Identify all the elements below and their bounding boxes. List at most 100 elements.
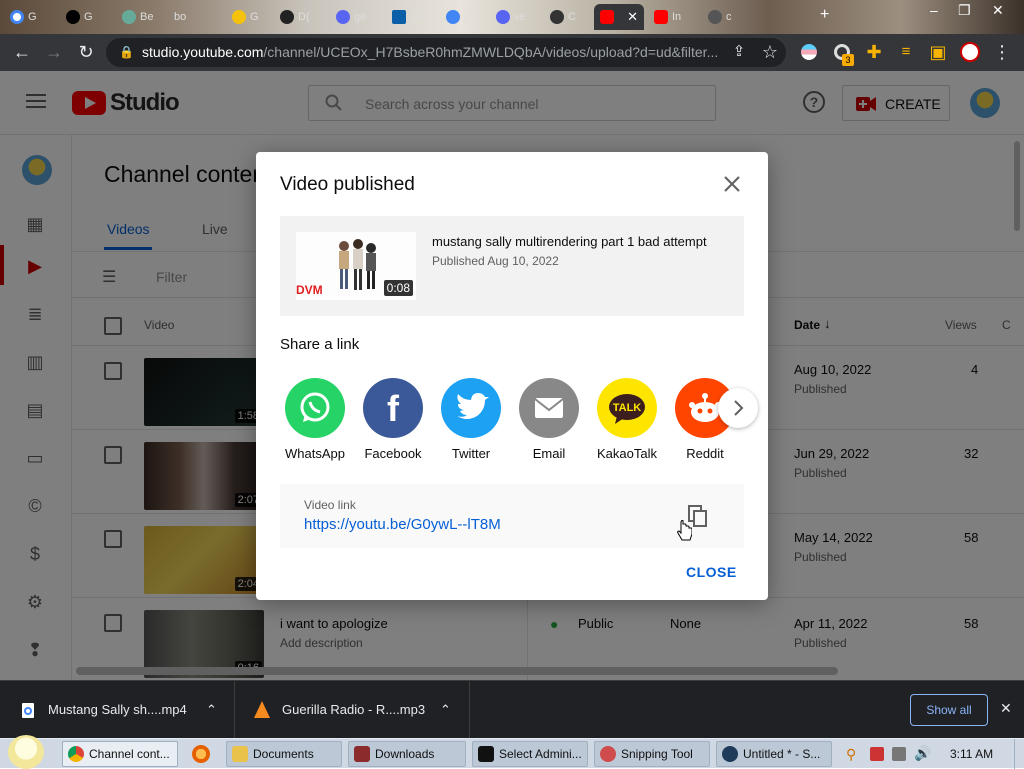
- show-all-downloads-button[interactable]: Show all: [910, 694, 988, 726]
- discord-icon: [496, 10, 510, 24]
- network-icon[interactable]: [892, 747, 906, 761]
- browser-tab[interactable]: Gi: [386, 4, 436, 30]
- twitter-icon: [441, 378, 501, 438]
- taskbar-item-chrome[interactable]: Channel cont...: [62, 741, 178, 767]
- share-whatsapp-button[interactable]: WhatsApp: [279, 378, 351, 461]
- browser-tab-active[interactable]: ✕: [594, 4, 644, 30]
- youtube-icon: [654, 10, 668, 24]
- site-icon: [708, 10, 722, 24]
- whatsapp-icon: [285, 378, 345, 438]
- close-button[interactable]: CLOSE: [686, 564, 737, 580]
- start-button[interactable]: [8, 735, 44, 769]
- browser-toolbar: ← → ↻ 🔒 studio.youtube.com/channel/UCEOx…: [0, 34, 1024, 71]
- restore-window-icon[interactable]: ❐: [958, 2, 971, 19]
- close-dialog-icon[interactable]: [720, 172, 744, 196]
- share-kakaotalk-button[interactable]: TALK KakaoTalk: [591, 378, 663, 461]
- browser-tab[interactable]: C: [544, 4, 590, 30]
- site-icon: [392, 10, 406, 24]
- taskbar-item-untitled[interactable]: Untitled * - S...: [716, 741, 832, 767]
- share-next-button[interactable]: [718, 388, 758, 428]
- close-downloads-icon[interactable]: ✕: [1000, 700, 1012, 717]
- published-video-title[interactable]: mustang sally multirendering part 1 bad …: [432, 234, 707, 249]
- download-item[interactable]: Guerilla Radio - R....mp3 ⌃: [236, 681, 470, 739]
- taskbar-clock[interactable]: 3:11 AM: [950, 739, 993, 769]
- share-label-kakaotalk: KakaoTalk: [597, 446, 657, 461]
- extension-icon[interactable]: 3: [830, 40, 854, 66]
- taskbar-item-cmd[interactable]: Select Admini...: [472, 741, 588, 767]
- browser-tab[interactable]: G: [60, 4, 112, 30]
- email-icon: [519, 378, 579, 438]
- url-host: studio.youtube.com: [142, 44, 264, 60]
- discord-icon: [336, 10, 350, 24]
- extension-icon[interactable]: [797, 40, 821, 64]
- share-label-reddit: Reddit: [686, 446, 724, 461]
- cmd-icon: [478, 746, 494, 762]
- browser-tab[interactable]: D(: [274, 4, 326, 30]
- kakaotalk-icon: TALK: [597, 378, 657, 438]
- site-icon: [232, 10, 246, 24]
- vlc-icon: [254, 701, 270, 718]
- share-label-email: Email: [532, 446, 566, 461]
- taskbar-item-documents[interactable]: Documents: [226, 741, 342, 767]
- back-arrow-icon[interactable]: ←: [10, 40, 34, 64]
- share-label-twitter: Twitter: [451, 446, 491, 461]
- browser-tab[interactable]: G: [4, 4, 56, 30]
- close-window-icon[interactable]: ✕: [992, 2, 1004, 19]
- browser-tab[interactable]: bo: [168, 4, 222, 30]
- share-label-facebook: Facebook: [364, 446, 422, 461]
- published-video-thumbnail[interactable]: DVM 0:08: [296, 232, 416, 300]
- media-playlist-icon[interactable]: ≡: [894, 40, 918, 64]
- close-tab-icon[interactable]: ✕: [627, 9, 638, 25]
- chevron-up-icon[interactable]: ⌃: [440, 681, 451, 739]
- minimize-window-icon[interactable]: –: [930, 2, 938, 18]
- download-filename: Guerilla Radio - R....mp3: [282, 702, 426, 717]
- thumbnail-watermark: DVM: [296, 283, 323, 297]
- show-desktop-button[interactable]: [1014, 739, 1024, 769]
- video-link-box: Video link https://youtu.be/G0ywL--lT8M: [280, 484, 744, 548]
- google-icon: [10, 10, 24, 24]
- volume-icon[interactable]: 🔊: [914, 745, 931, 762]
- firefox-icon[interactable]: [192, 745, 210, 763]
- url-path: /channel/UCEOx_H7BsbeR0hmZMWLDQbA/videos…: [263, 44, 719, 60]
- browser-tab[interactable]: ve: [490, 4, 540, 30]
- youtube-icon: [600, 10, 614, 24]
- new-tab-button[interactable]: +: [820, 6, 829, 24]
- hand-cursor-icon: [676, 519, 693, 542]
- bookmark-star-icon[interactable]: ☆: [758, 40, 782, 64]
- browser-tab[interactable]: I: [440, 4, 486, 30]
- browser-tab[interactable]: ge: [330, 4, 382, 30]
- browser-tab[interactable]: Be: [116, 4, 164, 30]
- chevron-right-icon: [734, 400, 744, 416]
- github-icon: [550, 10, 564, 24]
- action-center-icon[interactable]: [870, 747, 884, 761]
- video-link-label: Video link: [304, 498, 356, 512]
- extension-badge: 3: [842, 54, 854, 66]
- taskbar-item-downloads[interactable]: Downloads: [348, 741, 466, 767]
- folder-icon: [354, 746, 370, 762]
- browser-tab[interactable]: In: [648, 4, 698, 30]
- reload-icon[interactable]: ↻: [74, 40, 98, 64]
- download-filename: Mustang Sally sh....mp4: [48, 702, 187, 717]
- sidepanel-icon[interactable]: ▣: [926, 40, 950, 64]
- video-link-url[interactable]: https://youtu.be/G0ywL--lT8M: [304, 516, 501, 533]
- share-page-icon[interactable]: ⇪: [727, 40, 751, 64]
- browser-tab-strip: G G Be bo G D( ge Gi I ve C ✕ In c + – ❐…: [0, 0, 1024, 34]
- browser-tab[interactable]: G: [226, 4, 270, 30]
- browser-menu-icon[interactable]: ⋮: [990, 40, 1014, 64]
- forward-arrow-icon[interactable]: →: [42, 40, 66, 64]
- share-section-label: Share a link: [280, 336, 360, 353]
- browser-tab[interactable]: c: [702, 4, 748, 30]
- taskbar-item-snipping-tool[interactable]: Snipping Tool: [594, 741, 710, 767]
- download-item[interactable]: Mustang Sally sh....mp4 ⌃: [0, 681, 235, 739]
- search-tray-icon[interactable]: ⚲: [846, 746, 856, 763]
- address-bar[interactable]: 🔒 studio.youtube.com/channel/UCEOx_H7Bsb…: [106, 38, 786, 67]
- share-email-button[interactable]: Email: [513, 378, 585, 461]
- profile-avatar-icon[interactable]: [958, 40, 982, 64]
- share-twitter-button[interactable]: Twitter: [435, 378, 507, 461]
- chevron-up-icon[interactable]: ⌃: [206, 681, 217, 739]
- site-icon: [446, 10, 460, 24]
- share-facebook-button[interactable]: f Facebook: [357, 378, 429, 461]
- downloads-shelf: Mustang Sally sh....mp4 ⌃ Guerilla Radio…: [0, 680, 1024, 739]
- puzzle-extension-icon[interactable]: ✚: [862, 40, 886, 64]
- windows-taskbar: Channel cont... Documents Downloads Sele…: [0, 735, 1024, 769]
